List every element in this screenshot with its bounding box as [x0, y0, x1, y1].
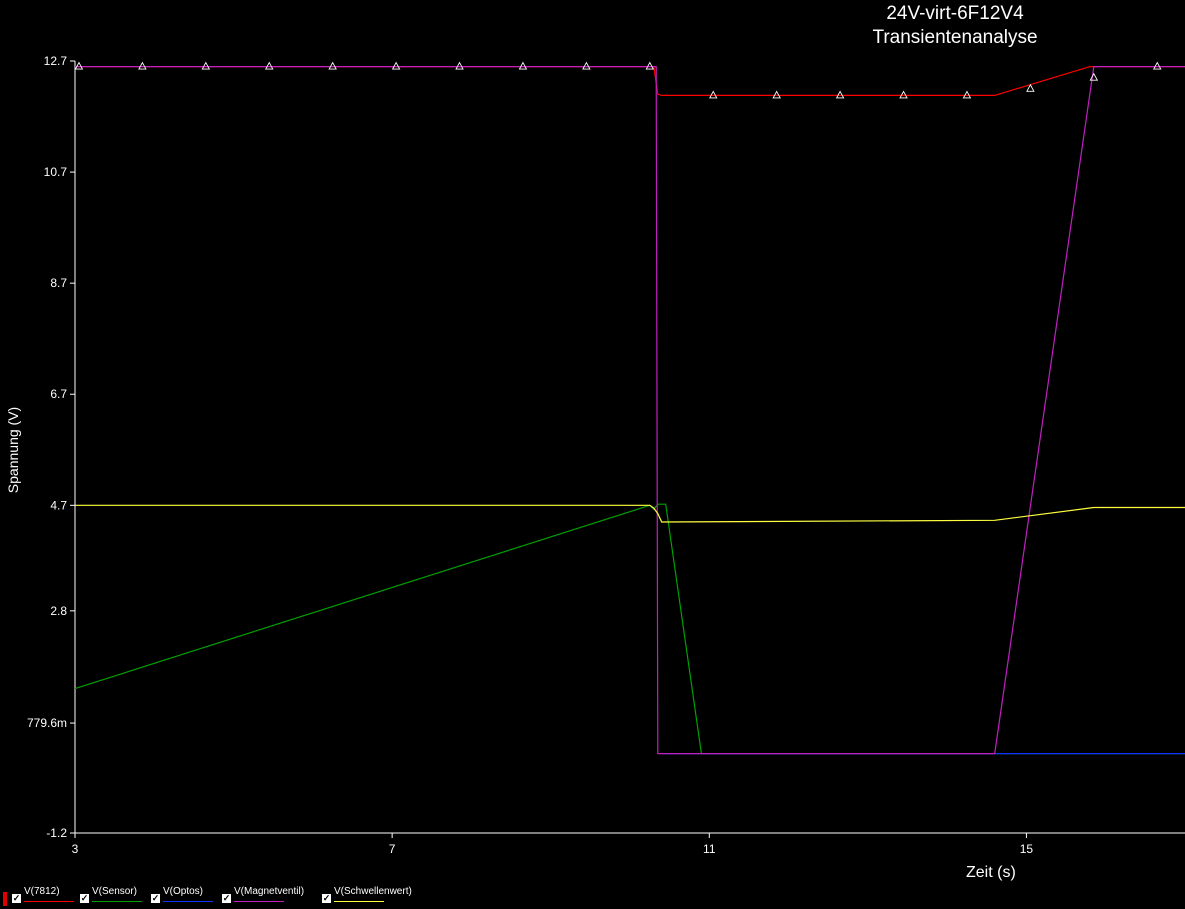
y-tick-label: -1.2	[46, 826, 67, 840]
legend-swatch	[234, 901, 284, 902]
legend-swatch	[24, 901, 74, 902]
y-tick-label: 12.7	[44, 54, 68, 68]
triangle-marker	[328, 61, 337, 70]
legend-label: V(Sensor)	[92, 886, 138, 897]
series-line-vmagnetventil	[75, 65, 1185, 755]
legend-label: V(7812)	[24, 886, 60, 897]
triangle-marker	[201, 61, 211, 70]
legend-label: V(Magnetventil)	[234, 886, 305, 897]
triangle-marker	[899, 90, 908, 99]
triangle-marker	[455, 61, 464, 70]
y-tick-label: 6.7	[50, 387, 67, 401]
triangle-marker	[1152, 61, 1162, 70]
y-tick-label: 8.7	[50, 276, 67, 290]
triangle-marker	[264, 61, 274, 70]
triangle-marker	[772, 90, 781, 99]
legend-label: V(Optos)	[163, 886, 204, 897]
legend-label: V(Schwellenwert)	[334, 886, 412, 897]
y-tick-label: 4.7	[50, 498, 67, 512]
triangle-marker	[518, 61, 528, 70]
x-tick-label: 15	[1020, 842, 1034, 856]
axes: 12.7 10.7 8.7 6.7 4.7 2.8 779.6m -1.2 3 7 11 15	[27, 54, 1185, 856]
y-tick-label: 779.6m	[27, 716, 67, 730]
triangle-marker	[708, 90, 718, 99]
triangle-marker	[138, 61, 147, 70]
series-line-v7812	[75, 65, 1185, 97]
series-line-vschwellenwert	[75, 504, 1185, 523]
x-tick-label: 7	[389, 842, 396, 856]
legend-swatch	[334, 901, 384, 902]
triangle-marker	[391, 61, 401, 70]
y-axis-label-box: Spannung (V)	[3, 350, 23, 550]
marker-layer	[74, 61, 1162, 99]
chart-subtitle: Transientenanalyse	[872, 27, 1038, 48]
legend: ✓ V(7812) ✓ V(Sensor) ✓ V(Optos) ✓ V(Magnetvent…	[0, 880, 1185, 909]
series-line-vsensor	[74, 503, 1185, 755]
legend-checkbox[interactable]: ✓	[80, 894, 89, 903]
legend-swatch	[92, 901, 142, 902]
triangle-marker	[645, 61, 655, 70]
x-tick-label: 3	[72, 842, 79, 856]
legend-checkbox[interactable]: ✓	[151, 894, 160, 903]
legend-checkbox[interactable]: ✓	[12, 894, 21, 903]
y-axis-label: Spannung (V)	[5, 406, 21, 494]
chart-title: 24V-virt-6F12V4	[886, 3, 1024, 24]
x-tick-label: 11	[703, 842, 716, 856]
legend-checkbox[interactable]: ✓	[322, 894, 331, 903]
legend-swatch	[163, 901, 213, 902]
series-layer	[74, 65, 1185, 755]
triangle-marker	[835, 90, 845, 99]
triangle-marker	[962, 90, 972, 99]
y-tick-label: 10.7	[44, 165, 68, 179]
triangle-marker	[582, 61, 591, 70]
triangle-marker	[74, 61, 84, 70]
plot-area: 12.7 10.7 8.7 6.7 4.7 2.8 779.6m -1.2 3 7 11 15	[27, 54, 1185, 856]
y-tick-label: 2.8	[50, 604, 67, 618]
triangle-marker	[1089, 72, 1099, 81]
legend-checkbox[interactable]: ✓	[222, 894, 231, 903]
